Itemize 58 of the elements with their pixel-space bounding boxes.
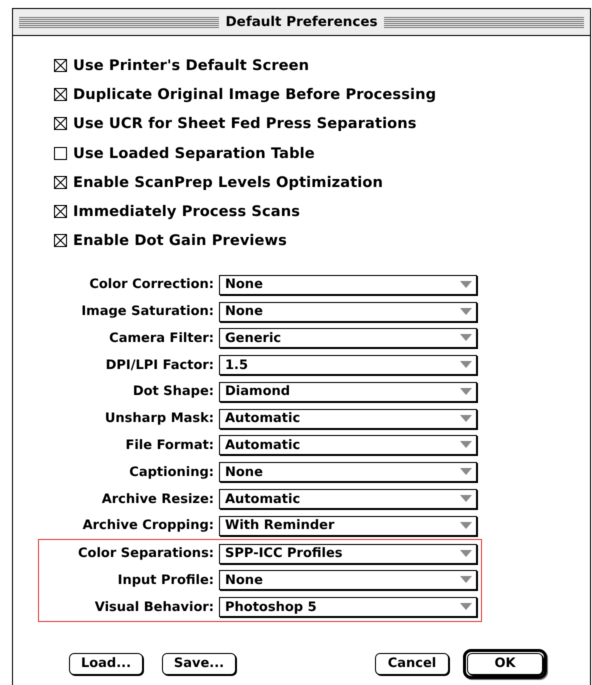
dropdown-arrow-icon <box>460 495 472 504</box>
dropdown-arrow-icon <box>460 603 472 612</box>
checked-checkbox[interactable] <box>54 234 67 248</box>
dropdown-arrow-icon <box>460 550 472 558</box>
dropdown[interactable]: Automatic <box>219 408 477 429</box>
field-label: Input Profile: <box>116 572 215 588</box>
dropdown-arrow-icon <box>460 414 472 423</box>
dropdown-arrow-icon <box>460 468 472 476</box>
dropdown-arrow-icon <box>460 308 472 316</box>
field-label: Camera Filter: <box>108 330 215 346</box>
field-label: Captioning: <box>128 464 215 480</box>
field-label: Archive Resize: <box>100 492 215 507</box>
field-label: Archive Cropping: <box>82 518 215 534</box>
dropdown-arrow-icon <box>460 522 472 530</box>
field-label: Image Saturation: <box>80 304 215 319</box>
default-button[interactable]: OK <box>467 652 543 675</box>
checked-checkbox[interactable] <box>54 88 67 102</box>
checked-checkbox[interactable] <box>54 205 67 218</box>
dropdown[interactable]: With Reminder <box>219 516 477 536</box>
dropdown[interactable]: Automatic <box>219 489 477 510</box>
field-label: File Format: <box>124 438 215 453</box>
dropdown[interactable]: Generic <box>219 328 477 348</box>
dropdown-arrow-icon <box>460 361 472 370</box>
dropdown[interactable]: None <box>219 302 477 322</box>
dropdown[interactable]: Automatic <box>219 435 477 456</box>
dropdown-arrow-icon <box>460 280 472 289</box>
field-label: Color Correction: <box>88 277 215 292</box>
checked-checkbox[interactable] <box>54 176 67 189</box>
dropdown[interactable]: None <box>219 274 477 295</box>
dropdown[interactable]: 1.5 <box>219 355 477 376</box>
checkbox-label: Use Loaded Separation Table <box>73 144 315 162</box>
checkbox-label: Enable ScanPrep Levels Optimization <box>73 174 384 191</box>
dropdown[interactable]: Diamond <box>219 382 477 402</box>
field-label: Unsharp Mask: <box>104 411 215 426</box>
checkbox-label: Immediately Process Scans <box>73 203 300 220</box>
dropdown[interactable]: None <box>219 462 477 482</box>
checkbox-label: Use UCR for Sheet Fed Press Separations <box>73 115 417 132</box>
dropdown[interactable]: Photoshop 5 <box>219 597 477 618</box>
dropdown[interactable]: SPP-ICC Profiles <box>219 544 477 564</box>
checkbox-label: Enable Dot Gain Previews <box>73 232 287 250</box>
button[interactable]: Cancel <box>375 652 449 675</box>
checked-checkbox[interactable] <box>54 117 67 130</box>
dropdown[interactable]: None <box>219 570 477 590</box>
checkbox-label: Duplicate Original Image Before Processing <box>73 86 436 104</box>
window-title: Default Preferences <box>225 14 378 30</box>
checked-checkbox[interactable] <box>54 59 67 72</box>
dropdown-arrow-icon <box>460 441 472 450</box>
button[interactable]: Save... <box>162 652 236 675</box>
dropdown-arrow-icon <box>460 576 472 584</box>
dropdown-arrow-icon <box>460 388 472 396</box>
field-label: Dot Shape: <box>132 384 215 400</box>
button[interactable]: Load... <box>69 652 143 675</box>
field-label: Visual Behavior: <box>94 600 215 615</box>
field-label: Color Separations: <box>76 546 215 562</box>
checkbox[interactable] <box>54 146 67 160</box>
checkbox-label: Use Printer's Default Screen <box>73 57 310 74</box>
dropdown-arrow-icon <box>460 334 472 342</box>
field-label: DPI/LPI Factor: <box>104 358 215 373</box>
